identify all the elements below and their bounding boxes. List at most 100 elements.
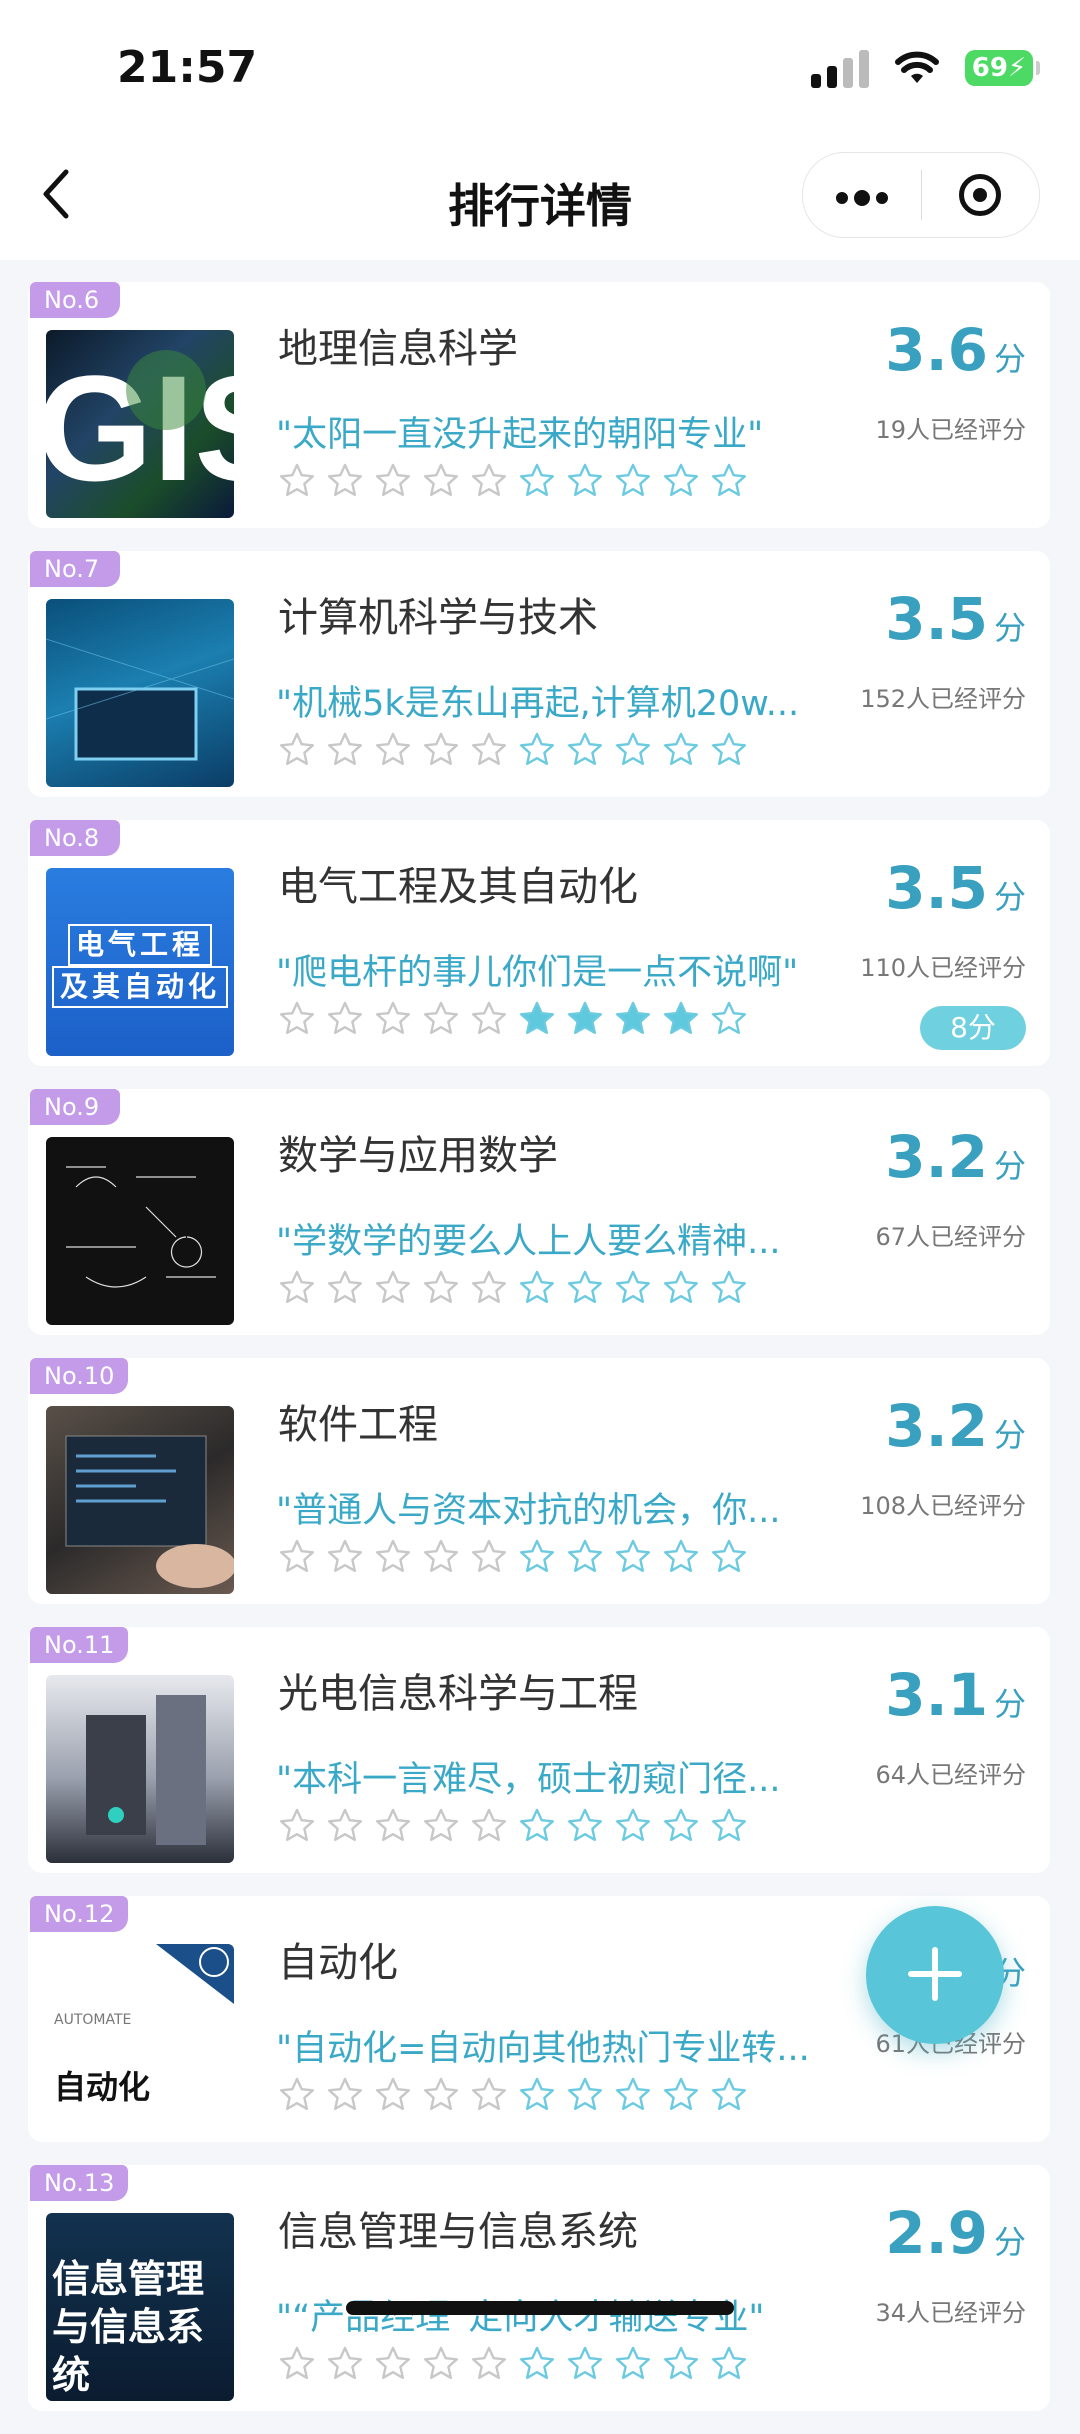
star-icon[interactable] xyxy=(662,2076,700,2114)
star-icon[interactable] xyxy=(422,462,460,500)
star-icon[interactable] xyxy=(326,2076,364,2114)
star-icon[interactable] xyxy=(710,2076,748,2114)
star-icon[interactable] xyxy=(710,2345,748,2383)
star-icon[interactable] xyxy=(518,1000,556,1038)
star-icon[interactable] xyxy=(566,2076,604,2114)
star-icon[interactable] xyxy=(374,1269,412,1307)
star-icon[interactable] xyxy=(662,1000,700,1038)
star-icon[interactable] xyxy=(614,1538,652,1576)
star-icon[interactable] xyxy=(662,462,700,500)
rating-stars[interactable] xyxy=(278,1807,748,1845)
star-icon[interactable] xyxy=(710,731,748,769)
major-thumbnail[interactable] xyxy=(46,1137,234,1325)
close-miniprogram-button[interactable] xyxy=(922,174,1040,216)
star-icon[interactable] xyxy=(518,2345,556,2383)
star-icon[interactable] xyxy=(326,1000,364,1038)
star-icon[interactable] xyxy=(662,1807,700,1845)
star-icon[interactable] xyxy=(614,731,652,769)
rating-stars[interactable] xyxy=(278,1000,748,1038)
rating-stars[interactable] xyxy=(278,2345,748,2383)
star-icon[interactable] xyxy=(374,1807,412,1845)
ranking-card[interactable]: No.6 GIS 地理信息科学 "太阳一直没升起来的朝阳专业" 3.6分 19人… xyxy=(28,282,1050,528)
star-icon[interactable] xyxy=(614,462,652,500)
star-icon[interactable] xyxy=(278,1269,316,1307)
star-icon[interactable] xyxy=(470,1807,508,1845)
rating-stars[interactable] xyxy=(278,1269,748,1307)
star-icon[interactable] xyxy=(326,462,364,500)
ranking-card[interactable]: No.13 信息管理 与信息系统 信息管理与信息系统 "“产品经理”定向人才输送专… xyxy=(28,2165,1050,2411)
star-icon[interactable] xyxy=(614,2076,652,2114)
ranking-card[interactable]: No.10 软件工程 "普通人与资本对抗的机会，你... 3.2 分 108人已经… xyxy=(28,1358,1050,1604)
star-icon[interactable] xyxy=(326,2345,364,2383)
star-icon[interactable] xyxy=(614,1269,652,1307)
star-icon[interactable] xyxy=(470,1538,508,1576)
rating-stars[interactable] xyxy=(278,1538,748,1576)
star-icon[interactable] xyxy=(422,1000,460,1038)
star-icon[interactable] xyxy=(326,1538,364,1576)
star-icon[interactable] xyxy=(470,1269,508,1307)
star-icon[interactable] xyxy=(566,462,604,500)
ranking-card[interactable]: No.7 计算机科学与技术 "机械5k是东山再起,计算机20w... 3.5 分 … xyxy=(28,551,1050,797)
rating-stars[interactable] xyxy=(278,462,748,500)
star-icon[interactable] xyxy=(566,731,604,769)
star-icon[interactable] xyxy=(566,1000,604,1038)
star-icon[interactable] xyxy=(470,2345,508,2383)
ranking-card[interactable]: No.11 光电信息科学与工程 "本科一言难尽，硕士初窥门径... 3.1 分 6… xyxy=(28,1627,1050,1873)
star-icon[interactable] xyxy=(422,1807,460,1845)
star-icon[interactable] xyxy=(518,1269,556,1307)
star-icon[interactable] xyxy=(374,462,412,500)
star-icon[interactable] xyxy=(326,1269,364,1307)
major-thumbnail[interactable]: 信息管理 与信息系统 xyxy=(46,2213,234,2401)
star-icon[interactable] xyxy=(662,1269,700,1307)
major-thumbnail[interactable]: AUTOMATE 自动化 xyxy=(46,1944,234,2132)
star-icon[interactable] xyxy=(278,1807,316,1845)
star-icon[interactable] xyxy=(710,1807,748,1845)
star-icon[interactable] xyxy=(374,2076,412,2114)
star-icon[interactable] xyxy=(710,462,748,500)
star-icon[interactable] xyxy=(566,2345,604,2383)
major-thumbnail[interactable]: 电气工程 及其自动化 xyxy=(46,868,234,1056)
star-icon[interactable] xyxy=(470,731,508,769)
star-icon[interactable] xyxy=(470,1000,508,1038)
star-icon[interactable] xyxy=(518,1538,556,1576)
star-icon[interactable] xyxy=(278,1538,316,1576)
star-icon[interactable] xyxy=(374,1000,412,1038)
add-button[interactable] xyxy=(866,1906,1004,2044)
star-icon[interactable] xyxy=(614,1000,652,1038)
star-icon[interactable] xyxy=(422,731,460,769)
star-icon[interactable] xyxy=(566,1269,604,1307)
star-icon[interactable] xyxy=(278,731,316,769)
rating-stars[interactable] xyxy=(278,2076,748,2114)
star-icon[interactable] xyxy=(278,2345,316,2383)
star-icon[interactable] xyxy=(614,2345,652,2383)
star-icon[interactable] xyxy=(278,1000,316,1038)
star-icon[interactable] xyxy=(614,1807,652,1845)
star-icon[interactable] xyxy=(710,1000,748,1038)
ranking-card[interactable]: No.9 数学与应用数学 "学数学的要么人上人要么精神... 3.2 分 67人已… xyxy=(28,1089,1050,1335)
star-icon[interactable] xyxy=(518,2076,556,2114)
star-icon[interactable] xyxy=(710,1538,748,1576)
major-thumbnail[interactable] xyxy=(46,1406,234,1594)
star-icon[interactable] xyxy=(326,1807,364,1845)
star-icon[interactable] xyxy=(422,2345,460,2383)
star-icon[interactable] xyxy=(566,1807,604,1845)
star-icon[interactable] xyxy=(518,1807,556,1845)
star-icon[interactable] xyxy=(422,1538,460,1576)
star-icon[interactable] xyxy=(662,731,700,769)
star-icon[interactable] xyxy=(374,731,412,769)
major-thumbnail[interactable]: GIS xyxy=(46,330,234,518)
star-icon[interactable] xyxy=(278,462,316,500)
star-icon[interactable] xyxy=(278,2076,316,2114)
ranking-card[interactable]: No.8 电气工程 及其自动化 电气工程及其自动化 "爬电杆的事儿你们是一点不说啊… xyxy=(28,820,1050,1066)
more-button[interactable] xyxy=(803,172,921,218)
star-icon[interactable] xyxy=(566,1538,604,1576)
star-icon[interactable] xyxy=(422,1269,460,1307)
star-icon[interactable] xyxy=(326,731,364,769)
star-icon[interactable] xyxy=(518,462,556,500)
rating-stars[interactable] xyxy=(278,731,748,769)
star-icon[interactable] xyxy=(662,2345,700,2383)
star-icon[interactable] xyxy=(518,731,556,769)
star-icon[interactable] xyxy=(374,1538,412,1576)
major-thumbnail[interactable] xyxy=(46,599,234,787)
major-thumbnail[interactable] xyxy=(46,1675,234,1863)
